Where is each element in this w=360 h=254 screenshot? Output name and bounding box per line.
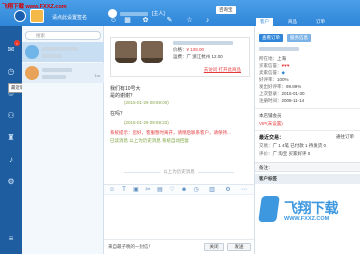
timestamp: (2015-01-29 09:59:33) — [124, 120, 169, 125]
heart-icon[interactable]: ♡ — [168, 187, 176, 194]
list-item[interactable] — [22, 42, 104, 62]
info-given-rate: 发出好评率：99.89% — [259, 84, 302, 89]
menu-icon[interactable]: ≡ — [4, 231, 18, 245]
watermark-corner-url: WWW.FXXZ.COM — [284, 216, 330, 222]
info-buyer-credit: 买家信誉：♥♥♥ — [259, 63, 290, 68]
contact-list: ⌕ 搜索 1m — [22, 26, 104, 254]
timestamp: (2015-01-29 09:59:00) — [124, 100, 169, 105]
clock-icon[interactable]: ◷ — [4, 64, 18, 78]
avatar[interactable] — [30, 9, 44, 23]
vip-status[interactable]: VIP(未设置) — [259, 121, 283, 127]
image-icon[interactable]: ▣ — [132, 187, 140, 194]
bell-icon[interactable]: ♪ — [4, 152, 18, 166]
signature-status[interactable]: 请点此设置签名 — [52, 14, 87, 21]
service-info-button[interactable]: 服务信息 — [287, 34, 311, 42]
right-tabs: 客户 商品 订单 — [254, 18, 360, 26]
avatar — [25, 45, 39, 59]
recent-trade-heading: 最近交易： — [259, 135, 285, 141]
message-input[interactable] — [104, 195, 254, 239]
info-good-rate: 好评率：100% — [259, 77, 289, 82]
bell-icon[interactable]: ♪ — [202, 16, 213, 26]
settings-icon[interactable]: ⚙ — [4, 174, 18, 188]
info-last-login: 上次登录：2015-01-30 — [259, 91, 305, 96]
user-icon[interactable]: ☺ — [108, 16, 119, 26]
contact-preview — [42, 53, 62, 58]
history-divider-label: 以上为历史消息 — [104, 169, 254, 175]
gift-icon[interactable]: ✿ — [140, 16, 151, 26]
message: 在吗？ — [110, 111, 126, 117]
search-input[interactable]: 搜索 — [25, 31, 101, 40]
system-message: 已读消息 以上为历史消息 系统自动回复 — [110, 138, 189, 143]
product-location: 运费：广 浙江杭州 12.00 — [173, 54, 223, 59]
system-message: 系统提示：您好，客服暂时离开，请稍后联系客户，请保持... — [110, 130, 231, 135]
contact-name — [42, 46, 92, 51]
emoji-icon[interactable]: ☺ — [108, 187, 116, 194]
divider — [255, 130, 360, 131]
divider — [255, 108, 360, 109]
tab-product[interactable]: 商品 — [284, 18, 301, 26]
calendar-icon[interactable]: ▦ — [122, 16, 133, 26]
chat-footer: 来自最子晚的一封信！ 关闭 发送 — [104, 239, 254, 254]
trade-line: 交易：广 1 4笔 已付款 1 待发货 0 — [259, 143, 327, 148]
send-button[interactable]: 发送 — [227, 243, 251, 251]
info-register: 注册时间：2008-11-14 — [259, 98, 305, 103]
watermark-corner-text: 飞翔下载 — [284, 200, 339, 216]
product-image — [141, 41, 163, 63]
note-bar[interactable]: 备注： — [255, 162, 360, 172]
tab-customer[interactable]: 客户 — [256, 18, 273, 26]
chat-header: [主人] ☺ ▦ ✿ ✎ ☆ ♪ 咨询宝 — [104, 4, 254, 26]
edit-icon[interactable]: ✎ — [164, 16, 175, 26]
store-vip-label: 本店铺会员 — [259, 113, 282, 118]
left-rail: ✉ • ◷ ☺ ⚇ ♜ ♪ ⚙ ≡ — [0, 26, 22, 254]
watermark-logo — [258, 196, 280, 222]
profile-tag-bar[interactable]: 客户标签 — [255, 174, 360, 184]
info-location: 所在地：上海 — [259, 56, 286, 61]
users-icon[interactable]: ⚇ — [4, 108, 18, 122]
trade-total-link[interactable]: 通往订单 — [336, 134, 354, 140]
chat-panel: 价格：¥ 108.00 运费：广 浙江杭州 12.00 去访问 打开此商品 我们… — [104, 26, 254, 254]
smile-icon[interactable]: ☻ — [180, 187, 188, 194]
close-button[interactable]: 关闭 — [204, 243, 224, 251]
view-order-button[interactable]: 查看订单 — [259, 34, 283, 42]
profile-tag-label: 客户标签 — [259, 176, 277, 181]
message-icon[interactable]: ✉ • — [4, 40, 20, 56]
star-icon[interactable]: ☆ — [184, 16, 195, 26]
product-price: 价格：¥ 108.00 — [173, 47, 205, 52]
trade-line: 评价：广 淘宝 买家好评 0 — [259, 151, 311, 156]
product-image — [115, 41, 137, 63]
contact-time: 1m — [94, 73, 100, 78]
product-card[interactable]: 价格：¥ 108.00 运费：广 浙江杭州 12.00 去访问 打开此商品 — [110, 37, 250, 77]
list-item[interactable]: 1m — [22, 63, 104, 83]
folder-icon[interactable]: ▤ — [156, 187, 164, 194]
gear-icon[interactable]: ⚙ — [224, 187, 232, 194]
message: 是的谢谢？ — [110, 93, 136, 99]
window-tab[interactable]: 咨询宝 — [216, 6, 236, 14]
shop-icon[interactable]: ▥ — [208, 187, 216, 194]
contact-name — [42, 67, 92, 72]
info-seller-credit: 卖家信誉：◆ — [259, 70, 285, 75]
more-icon[interactable]: ⋯ — [240, 187, 248, 194]
footer-note: 来自最子晚的一封信！ — [108, 244, 153, 249]
input-toolbar: ☺ T ▣ ✂ ▤ ♡ ☻ ◷ ▥ ⚙ ⋯ — [104, 184, 254, 195]
chat-title: [主人] — [152, 11, 165, 17]
history-icon[interactable]: ◷ — [192, 187, 200, 194]
font-icon[interactable]: T — [120, 187, 128, 194]
product-title — [173, 40, 233, 45]
scissors-icon[interactable]: ✂ — [144, 187, 152, 194]
tab-order[interactable]: 订单 — [312, 18, 329, 26]
customer-name — [259, 46, 299, 51]
product-link[interactable]: 去访问 打开此商品 — [204, 67, 241, 73]
note-label: 备注： — [259, 165, 273, 170]
message: 我们有10号大 — [110, 86, 141, 92]
avatar — [25, 66, 39, 80]
unread-badge: • — [14, 40, 20, 46]
group-icon[interactable]: ♜ — [4, 130, 18, 144]
contact-preview — [42, 74, 66, 79]
app-logo — [14, 10, 26, 22]
